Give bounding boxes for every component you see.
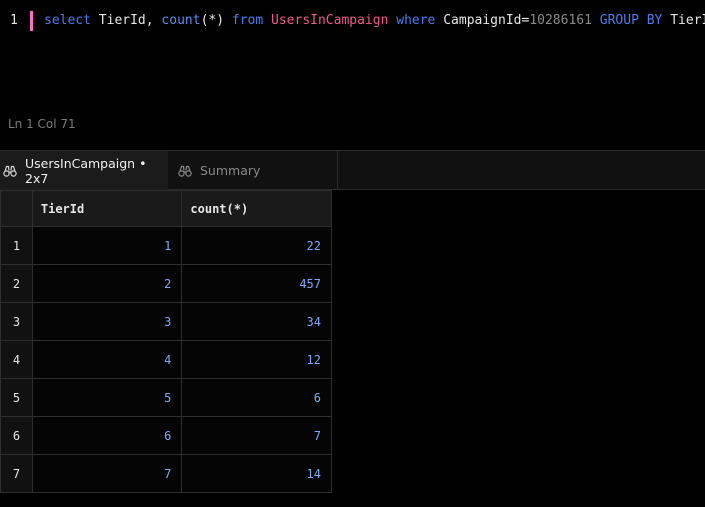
row-number: 5 [0,378,33,417]
sql-token-id: (*) [200,13,225,28]
table-row[interactable]: 5 5 6 [0,378,332,417]
sql-token-kw: where [396,13,436,28]
sql-token-id: TierId, [98,13,154,28]
cell-count[interactable]: 6 [181,378,332,417]
table-row[interactable]: 2 2 457 [0,264,332,303]
cell-count[interactable]: 7 [181,416,332,455]
row-number: 2 [0,264,33,303]
cell-count[interactable]: 34 [181,302,332,341]
code-line[interactable]: 1 select TierId, count(*) from UsersInCa… [0,10,705,32]
sql-token-id: TierId; [670,13,705,28]
cell-tierid[interactable]: 5 [31,378,183,417]
tab-summary[interactable]: Summary [168,151,338,190]
binoculars-icon [3,164,17,178]
results-table: TierId count(*) 1 1 22 2 2 457 3 3 34 4 … [0,190,332,493]
sql-query-text[interactable]: select TierId, count(*) from UsersInCamp… [44,10,705,32]
row-number: 3 [0,302,33,341]
results-tabs-bar: UsersInCampaign • 2x7 Summary [0,150,705,190]
cursor-position-status: Ln 1 Col 71 [8,117,76,131]
sql-editor[interactable]: 1 select TierId, count(*) from UsersInCa… [0,0,705,150]
table-row[interactable]: 6 6 7 [0,416,332,455]
text-cursor [30,11,33,31]
sql-token-id [224,13,232,28]
row-number: 1 [0,226,33,265]
sql-token-tbl: UsersInCampaign [271,13,389,28]
table-row[interactable]: 7 7 14 [0,454,332,493]
cell-tierid[interactable]: 1 [31,226,183,265]
row-number: 7 [0,454,33,493]
table-row[interactable]: 1 1 22 [0,226,332,265]
cell-tierid[interactable]: 6 [31,416,183,455]
cell-tierid[interactable]: 4 [31,340,183,379]
binoculars-icon [178,164,192,178]
cell-count[interactable]: 14 [181,454,332,493]
row-number-header [0,190,33,227]
cell-tierid[interactable]: 7 [31,454,183,493]
sql-token-id [91,13,99,28]
row-number: 4 [0,340,33,379]
table-header-row: TierId count(*) [0,190,332,227]
sql-token-kw: select [44,13,91,28]
sql-token-kw: GROUP BY [599,13,663,28]
sql-token-id [263,13,271,28]
cell-tierid[interactable]: 2 [31,264,183,303]
sql-token-id [592,13,600,28]
sql-token-num: 10286161 [529,13,592,28]
column-header-tierid[interactable]: TierId [31,190,183,227]
sql-token-fn: count [161,13,201,28]
tab-summary-label: Summary [200,163,261,178]
sql-token-id: CampaignId= [443,13,530,28]
column-header-count[interactable]: count(*) [181,190,332,227]
table-row[interactable]: 4 4 12 [0,340,332,379]
table-row[interactable]: 3 3 34 [0,302,332,341]
cell-count[interactable]: 12 [181,340,332,379]
tab-results[interactable]: UsersInCampaign • 2x7 [0,151,168,190]
line-number: 1 [10,13,18,28]
cell-tierid[interactable]: 3 [31,302,183,341]
row-number: 6 [0,416,33,455]
cell-count[interactable]: 457 [181,264,332,303]
cell-count[interactable]: 22 [181,226,332,265]
tab-results-label: UsersInCampaign • 2x7 [25,155,147,186]
sql-token-kw: from [231,13,264,28]
